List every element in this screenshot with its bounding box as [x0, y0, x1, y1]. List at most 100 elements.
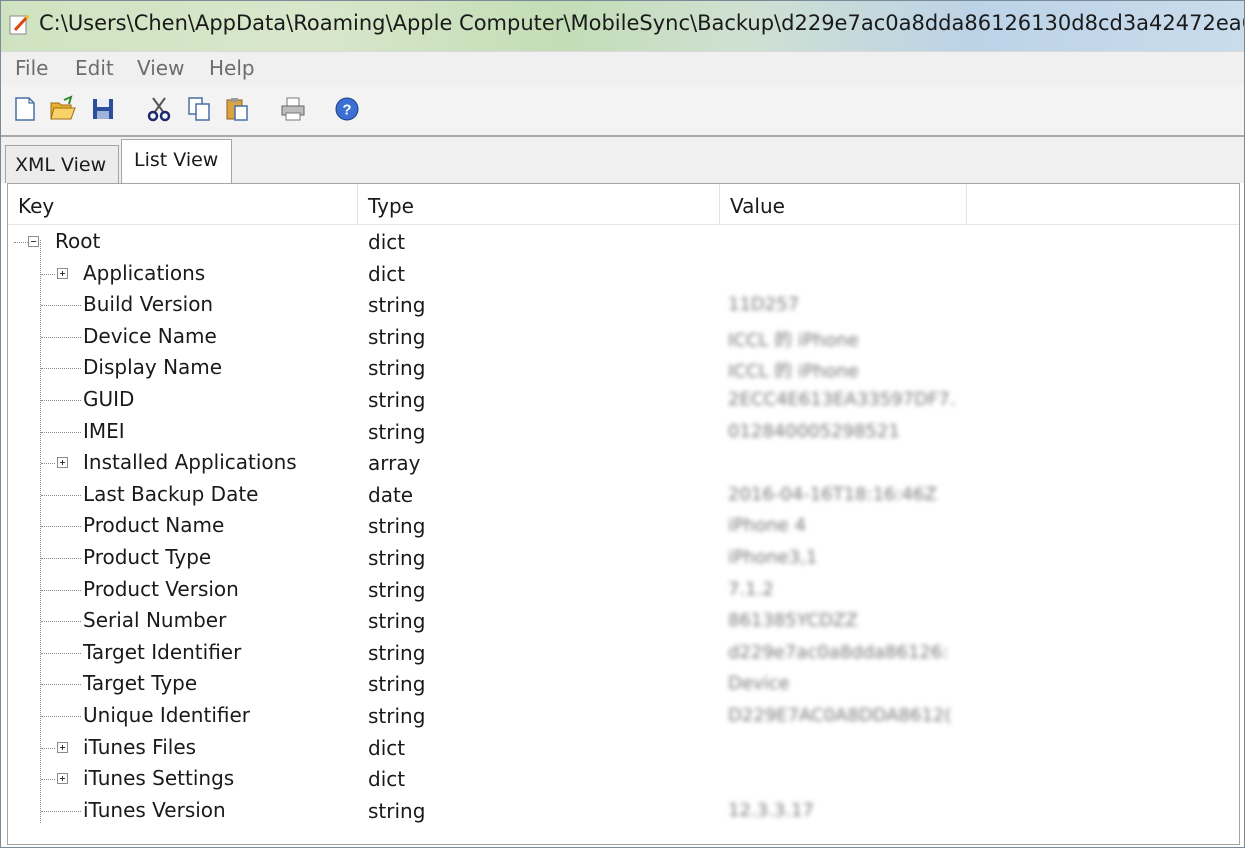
row-value: iPhone 4	[728, 515, 806, 537]
menu-file[interactable]: File	[15, 56, 48, 80]
open-folder-icon[interactable]	[49, 95, 77, 123]
column-header: Key Type Value	[8, 184, 1239, 225]
column-type-header[interactable]: Type	[358, 184, 720, 224]
save-icon[interactable]	[89, 95, 117, 123]
row-key: Target Type	[83, 671, 198, 696]
row-key: Applications	[83, 260, 206, 285]
row-type: string	[368, 798, 426, 823]
tree-row[interactable]: Product Version string 7.1.2	[8, 574, 1239, 606]
row-key: Root	[55, 229, 101, 253]
tree-row[interactable]: Display Name string ICCL 的 iPhone	[8, 352, 1239, 384]
row-type: dict	[368, 735, 406, 760]
copy-icon[interactable]	[185, 95, 213, 123]
column-value-header[interactable]: Value	[720, 184, 967, 224]
row-key: Product Version	[83, 576, 239, 601]
row-key: Product Name	[83, 513, 225, 538]
row-key: Last Backup Date	[83, 481, 259, 506]
menu-help[interactable]: Help	[209, 56, 255, 80]
row-type: dict	[368, 261, 406, 286]
row-type: string	[368, 703, 426, 728]
row-type: string	[368, 672, 426, 697]
toolbar: ?	[1, 85, 1244, 137]
row-key: Device Name	[83, 323, 217, 348]
row-value: 11D257	[728, 294, 800, 316]
menu-view[interactable]: View	[137, 56, 184, 80]
tree-row[interactable]: Target Type string Device	[8, 668, 1239, 700]
tree-row[interactable]: Target Identifier string d229e7ac0a8dda8…	[8, 637, 1239, 669]
plist-editor-window: C:\Users\Chen\AppData\Roaming\Apple Comp…	[0, 0, 1245, 848]
tree-row-root[interactable]: Root dict	[8, 226, 1239, 258]
row-key: Display Name	[83, 355, 223, 380]
tree-row[interactable]: Unique Identifier string D229E7AC0A8DDA8…	[8, 700, 1239, 732]
tree-row[interactable]: Serial Number string 861385YCDZZ	[8, 605, 1239, 637]
row-type: string	[368, 609, 426, 634]
row-value: 2016-04-16T18:16:46Z	[728, 483, 937, 505]
new-file-icon[interactable]	[11, 95, 39, 123]
tree-row[interactable]: Build Version string 11D257	[8, 289, 1239, 321]
tree-rows: Root dict Applications dict Build Versio…	[8, 226, 1239, 826]
row-value: ICCL 的 iPhone	[728, 361, 859, 383]
expand-icon[interactable]	[57, 457, 68, 469]
paste-icon[interactable]	[223, 95, 251, 123]
tab-xml-view[interactable]: XML View	[5, 145, 119, 183]
column-key-header[interactable]: Key	[8, 184, 358, 224]
row-value: 7.1.2	[728, 578, 774, 600]
row-type: string	[368, 293, 426, 318]
row-type: string	[368, 514, 426, 539]
window-title: C:\Users\Chen\AppData\Roaming\Apple Comp…	[39, 11, 1245, 35]
view-tabs: XML View List View	[1, 137, 1244, 184]
menu-edit[interactable]: Edit	[75, 56, 114, 80]
expand-icon[interactable]	[57, 741, 68, 753]
collapse-icon[interactable]	[28, 236, 39, 247]
row-type: string	[368, 356, 426, 381]
tree-row[interactable]: Installed Applications array	[8, 447, 1239, 479]
title-bar[interactable]: C:\Users\Chen\AppData\Roaming\Apple Comp…	[1, 1, 1244, 51]
row-value: Device	[728, 673, 790, 695]
edit-pencil-icon	[9, 14, 30, 35]
menu-bar: File Edit View Help	[1, 51, 1244, 86]
expand-icon[interactable]	[57, 267, 68, 279]
row-key: Build Version	[83, 292, 214, 317]
row-type: date	[368, 482, 414, 507]
tree-row[interactable]: GUID string 2ECC4E613EA33597DF7.	[8, 384, 1239, 416]
tree-row[interactable]: iTunes Files dict	[8, 732, 1239, 764]
row-key: Serial Number	[83, 608, 227, 633]
tree-row[interactable]: iTunes Version string 12.3.3.17	[8, 795, 1239, 827]
expand-icon[interactable]	[57, 773, 68, 785]
row-key: IMEI	[83, 418, 125, 443]
row-key: Installed Applications	[83, 450, 297, 475]
row-key: iTunes Files	[83, 734, 197, 759]
tab-list-view[interactable]: List View	[121, 139, 232, 184]
tree-row[interactable]: Product Name string iPhone 4	[8, 510, 1239, 542]
plist-tree-list[interactable]: Key Type Value Root dict Applications di…	[7, 183, 1240, 845]
row-value: d229e7ac0a8dda86126:	[728, 641, 949, 663]
row-type: string	[368, 419, 426, 444]
tree-row[interactable]: Product Type string iPhone3,1	[8, 542, 1239, 574]
row-type: string	[368, 577, 426, 602]
tree-row[interactable]: IMEI string 012840005298521	[8, 416, 1239, 448]
row-type: array	[368, 451, 421, 476]
row-value: ICCL 的 iPhone	[728, 329, 859, 351]
cut-icon[interactable]	[145, 95, 173, 123]
row-value: 012840005298521	[728, 420, 900, 442]
tree-row[interactable]: Last Backup Date date 2016-04-16T18:16:4…	[8, 479, 1239, 511]
row-type: dict	[368, 230, 406, 254]
row-key: Unique Identifier	[83, 702, 251, 727]
row-type: string	[368, 545, 426, 570]
row-value: 2ECC4E613EA33597DF7.	[728, 388, 956, 410]
help-icon[interactable]: ?	[333, 95, 361, 123]
tree-row[interactable]: iTunes Settings dict	[8, 763, 1239, 795]
row-type: string	[368, 324, 426, 349]
row-key: Product Type	[83, 544, 212, 569]
row-type: dict	[368, 767, 406, 792]
row-value: D229E7AC0A8DDA8612(	[728, 704, 952, 726]
row-value: 861385YCDZZ	[728, 610, 858, 632]
tree-row[interactable]: Applications dict	[8, 258, 1239, 290]
row-type: string	[368, 640, 426, 665]
row-value: iPhone3,1	[728, 546, 818, 568]
print-icon[interactable]	[279, 95, 307, 123]
row-key: iTunes Version	[83, 797, 226, 822]
row-key: Target Identifier	[83, 639, 242, 664]
tree-row[interactable]: Device Name string ICCL 的 iPhone	[8, 321, 1239, 353]
row-key: GUID	[83, 386, 135, 411]
